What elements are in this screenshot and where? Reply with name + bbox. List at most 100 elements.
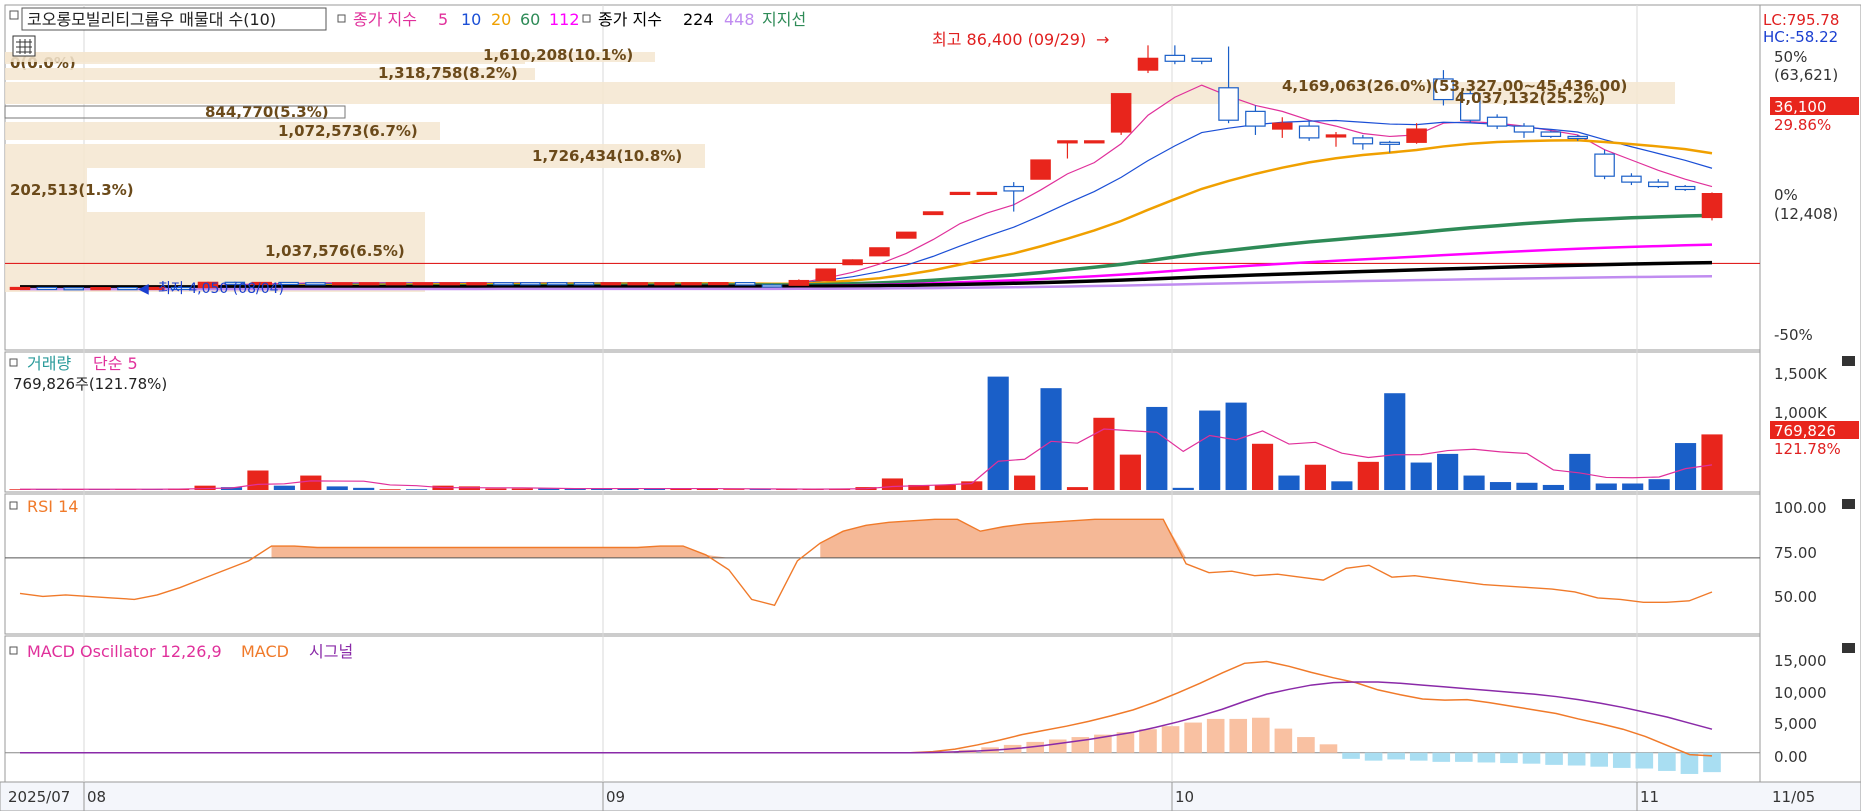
macd-osc-bar [1612, 752, 1631, 768]
grid-icon[interactable] [12, 35, 36, 57]
p0-value: (12,408) [1774, 205, 1838, 223]
candle-body [1352, 137, 1374, 145]
candle-body [681, 282, 702, 286]
ma2-toggle-icon[interactable] [582, 14, 591, 23]
candle-body [9, 286, 31, 291]
p0-label: 0% [1774, 186, 1798, 204]
volume-bar [1384, 393, 1406, 490]
candle-body [842, 259, 863, 266]
volume-profile-label: 1,610,208(10.1%) [483, 46, 633, 64]
ma-20-label: 20 [491, 10, 511, 29]
candle-body [90, 287, 111, 291]
volume-bar [1516, 482, 1538, 490]
volume-bar [511, 488, 533, 490]
macd-osc-bar [1387, 752, 1405, 760]
macd-5000: 5,000 [1774, 715, 1817, 733]
candle-body [305, 282, 326, 286]
ma-224-label: 224 [683, 10, 714, 29]
volume-bar [1410, 462, 1432, 490]
candle-body [36, 286, 58, 291]
m50-label: -50% [1774, 326, 1813, 344]
macd-osc-bar [1635, 752, 1654, 769]
candle-body [385, 282, 407, 286]
volume-bar [1199, 410, 1221, 490]
macd-osc-bar [1545, 752, 1563, 765]
candle-body [761, 284, 783, 288]
date-label-end: 11/05 [1772, 788, 1815, 806]
candle-body [1218, 87, 1239, 121]
candle-body [1110, 93, 1132, 133]
vol-1000k: 1,000K [1774, 404, 1828, 422]
candle-body [869, 247, 890, 257]
volume-profile-label: 1,318,758(8.2%) [378, 64, 518, 82]
signal-label: 시그널 [309, 642, 353, 661]
macd-osc-label: MACD Oscillator 12,26,9 [27, 642, 222, 661]
candle-body [1030, 159, 1051, 180]
volume-profile-label: 1,072,573(6.7%) [278, 122, 418, 140]
macd-osc-bar [1116, 732, 1135, 753]
stock-chart: 0(0.0%) 1,610,208(10.1%)1,318,758(8.2%)84… [0, 4, 1861, 811]
macd-osc-bar [1184, 722, 1202, 753]
candle-body [546, 282, 568, 286]
macd-label: MACD [241, 642, 289, 661]
candle-body [1674, 185, 1696, 191]
candle-body [1003, 185, 1024, 192]
macd-osc-bar [1161, 726, 1180, 753]
volume-bar [1489, 482, 1512, 490]
volume-title: 거래량 [27, 354, 71, 373]
volume-close-icon[interactable] [1842, 356, 1855, 366]
hc-label: HC:-58.22 [1763, 28, 1838, 46]
candle-body [1272, 122, 1293, 130]
macd-osc-bar [1048, 739, 1067, 753]
rsi-close-icon[interactable] [1842, 499, 1855, 509]
volume-bar [1278, 475, 1300, 490]
ma-10-label: 10 [461, 10, 481, 29]
date-label-09: 09 [606, 788, 625, 806]
macd-osc-bar [1206, 718, 1225, 753]
candle-body [1701, 193, 1723, 219]
macd-osc-bar [1680, 752, 1699, 774]
volume-bar [1225, 402, 1247, 490]
macd-osc-bar [1590, 752, 1608, 767]
volume-toggle-icon[interactable] [9, 358, 18, 367]
volume-bar [247, 470, 269, 490]
vol-1500k: 1,500K [1774, 365, 1828, 383]
p50-value: (63,621) [1774, 66, 1838, 84]
macd-osc-bar [1252, 717, 1270, 753]
candle-body [1298, 125, 1320, 139]
volume-bar [1331, 481, 1353, 490]
date-label-10: 10 [1175, 788, 1194, 806]
volume-bar [353, 487, 375, 490]
current-pct: 29.86% [1774, 116, 1831, 134]
candle-body [600, 282, 622, 286]
candle-body [493, 282, 514, 286]
candle-body [117, 287, 138, 291]
macd-10000: 10,000 [1774, 684, 1827, 702]
candle-body [1325, 134, 1347, 138]
volume-bar [1648, 479, 1670, 490]
volume-bar [1542, 484, 1564, 490]
candle-body [1486, 116, 1508, 127]
legend-toggle-icon[interactable] [9, 10, 19, 20]
ma-toggle-icon[interactable] [337, 14, 346, 23]
macd-osc-bar [1229, 718, 1248, 753]
volume-bar [485, 488, 507, 490]
candle-body [1137, 57, 1159, 71]
volume-profile-label: 202,513(1.3%) [10, 181, 134, 199]
macd-close-icon[interactable] [1842, 643, 1855, 653]
volume-current-pct: 121.78% [1774, 440, 1841, 458]
candle-body [412, 282, 434, 286]
volume-bar [1146, 406, 1168, 490]
macd-0: 0.00 [1774, 748, 1807, 766]
rsi-toggle-icon[interactable] [9, 501, 18, 510]
macd-toggle-icon[interactable] [9, 646, 18, 655]
ma2-prefix: 종가 지수 [598, 10, 662, 29]
candle-body [949, 191, 971, 196]
date-axis [0, 781, 1861, 811]
ma-448-label: 448 [724, 10, 755, 29]
volume-bar [1622, 483, 1644, 490]
stock-name: 코오롱모빌리티그룹우 매물대 수(10) [27, 10, 276, 29]
volume-bar [405, 489, 428, 490]
candle-body [439, 282, 460, 286]
volume-bar [1040, 388, 1062, 490]
